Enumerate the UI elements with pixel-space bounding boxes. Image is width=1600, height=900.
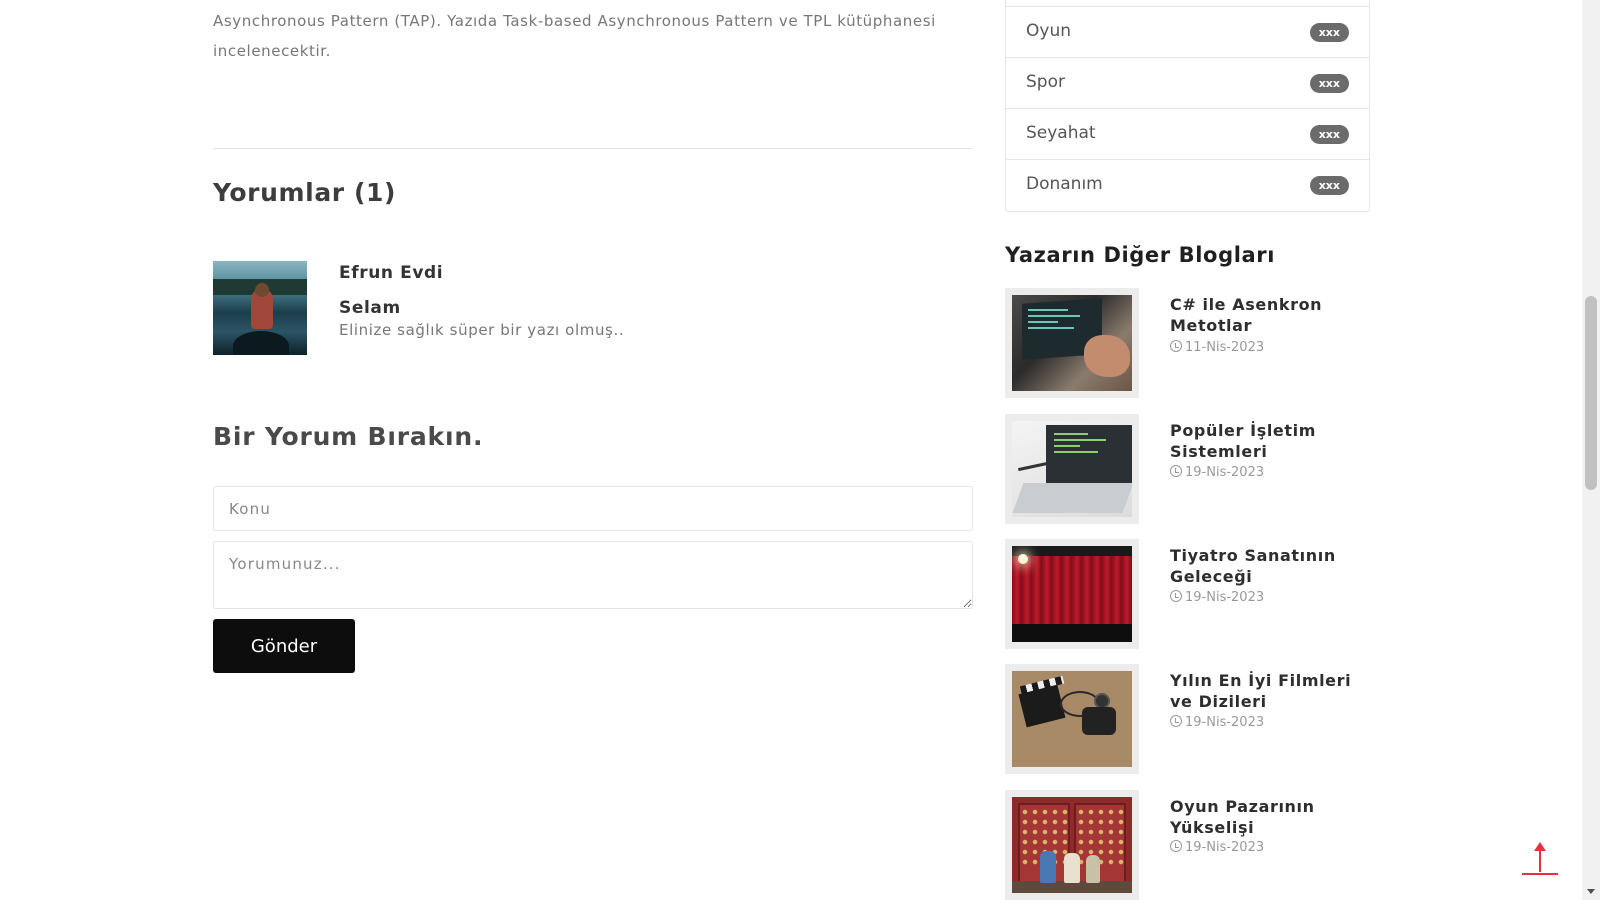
article-intro-line: incelenecektir. <box>213 42 332 60</box>
clock-icon <box>1170 465 1182 477</box>
category-count-badge: xxx <box>1309 23 1349 42</box>
comment-body: Elinize sağlık süper bir yazı olmuş.. <box>339 321 625 339</box>
section-divider <box>213 148 973 149</box>
comment-item: Efrun Evdi Selam Elinize sağlık süper bi… <box>213 261 973 357</box>
blog-date: 19-Nis-2023 <box>1170 465 1370 480</box>
clock-icon <box>1170 590 1182 602</box>
back-to-top-button[interactable] <box>1522 842 1558 876</box>
article-intro-text: Asynchronous Pattern (TAP). Yazıda Task-… <box>213 6 973 66</box>
category-item-oyun[interactable]: Oyun xxx <box>1006 6 1369 57</box>
blog-thumbnail[interactable] <box>1005 790 1139 900</box>
blog-date-text: 19-Nis-2023 <box>1185 840 1265 855</box>
category-list: Oyun xxx Spor xxx Seyahat xxx Donanım xx… <box>1005 0 1370 212</box>
other-blogs-title: Yazarın Diğer Blogları <box>1005 243 1276 267</box>
blog-date-text: 19-Nis-2023 <box>1185 715 1265 730</box>
blog-item: Oyun Pazarının Yükselişi 19-Nis-2023 <box>1005 790 1370 900</box>
blog-item: Popüler İşletim Sistemleri 19-Nis-2023 <box>1005 414 1370 524</box>
comment-author: Efrun Evdi <box>339 263 444 283</box>
article-intro-line: Asynchronous Pattern (TAP). Yazıda Task-… <box>213 12 936 30</box>
blog-date: 19-Nis-2023 <box>1170 715 1370 730</box>
comment-subject: Selam <box>339 298 401 318</box>
blog-thumbnail[interactable] <box>1005 414 1139 524</box>
category-item-donanim[interactable]: Donanım xxx <box>1006 159 1369 210</box>
category-item-spor[interactable]: Spor xxx <box>1006 57 1369 108</box>
clock-icon <box>1170 840 1182 852</box>
category-item-seyahat[interactable]: Seyahat xxx <box>1006 108 1369 159</box>
category-label: Spor <box>1026 72 1065 92</box>
blog-item: C# ile Asenkron Metotlar 11-Nis-2023 <box>1005 288 1370 398</box>
comments-title: Yorumlar (1) <box>213 178 397 207</box>
page-scrollbar[interactable] <box>1582 0 1600 900</box>
leave-comment-title: Bir Yorum Bırakın. <box>213 422 484 451</box>
blog-date: 19-Nis-2023 <box>1170 590 1370 605</box>
blog-date-text: 11-Nis-2023 <box>1185 340 1265 355</box>
category-label: Oyun <box>1026 21 1071 41</box>
blog-thumbnail[interactable] <box>1005 539 1139 649</box>
blog-title-link[interactable]: Popüler İşletim Sistemleri <box>1170 420 1360 462</box>
category-count-badge: xxx <box>1309 74 1349 93</box>
category-label: Donanım <box>1026 174 1103 194</box>
category-count-badge: xxx <box>1309 125 1349 144</box>
blog-date: 19-Nis-2023 <box>1170 840 1370 855</box>
blog-title-link[interactable]: Yılın En İyi Filmleri ve Dizileri <box>1170 670 1360 712</box>
blog-date: 11-Nis-2023 <box>1170 340 1370 355</box>
blog-title-link[interactable]: C# ile Asenkron Metotlar <box>1170 294 1360 336</box>
blog-date-text: 19-Nis-2023 <box>1185 590 1265 605</box>
category-label: Seyahat <box>1026 123 1096 143</box>
category-count-badge: xxx <box>1309 176 1349 195</box>
blog-thumbnail[interactable] <box>1005 288 1139 398</box>
submit-comment-button[interactable]: Gönder <box>213 619 355 673</box>
blog-date-text: 19-Nis-2023 <box>1185 465 1265 480</box>
clock-icon <box>1170 715 1182 727</box>
blog-title-link[interactable]: Tiyatro Sanatının Geleceği <box>1170 545 1360 587</box>
comment-subject-input[interactable] <box>213 486 973 531</box>
blog-thumbnail[interactable] <box>1005 664 1139 774</box>
scroll-down-arrow-icon[interactable] <box>1587 889 1595 894</box>
clock-icon <box>1170 340 1182 352</box>
blog-item: Tiyatro Sanatının Geleceği 19-Nis-2023 <box>1005 539 1370 649</box>
scrollbar-thumb[interactable] <box>1585 296 1597 490</box>
blog-title-link[interactable]: Oyun Pazarının Yükselişi <box>1170 796 1360 838</box>
comment-text-input[interactable] <box>213 541 973 609</box>
comment-avatar <box>213 261 307 355</box>
blog-item: Yılın En İyi Filmleri ve Dizileri 19-Nis… <box>1005 664 1370 774</box>
